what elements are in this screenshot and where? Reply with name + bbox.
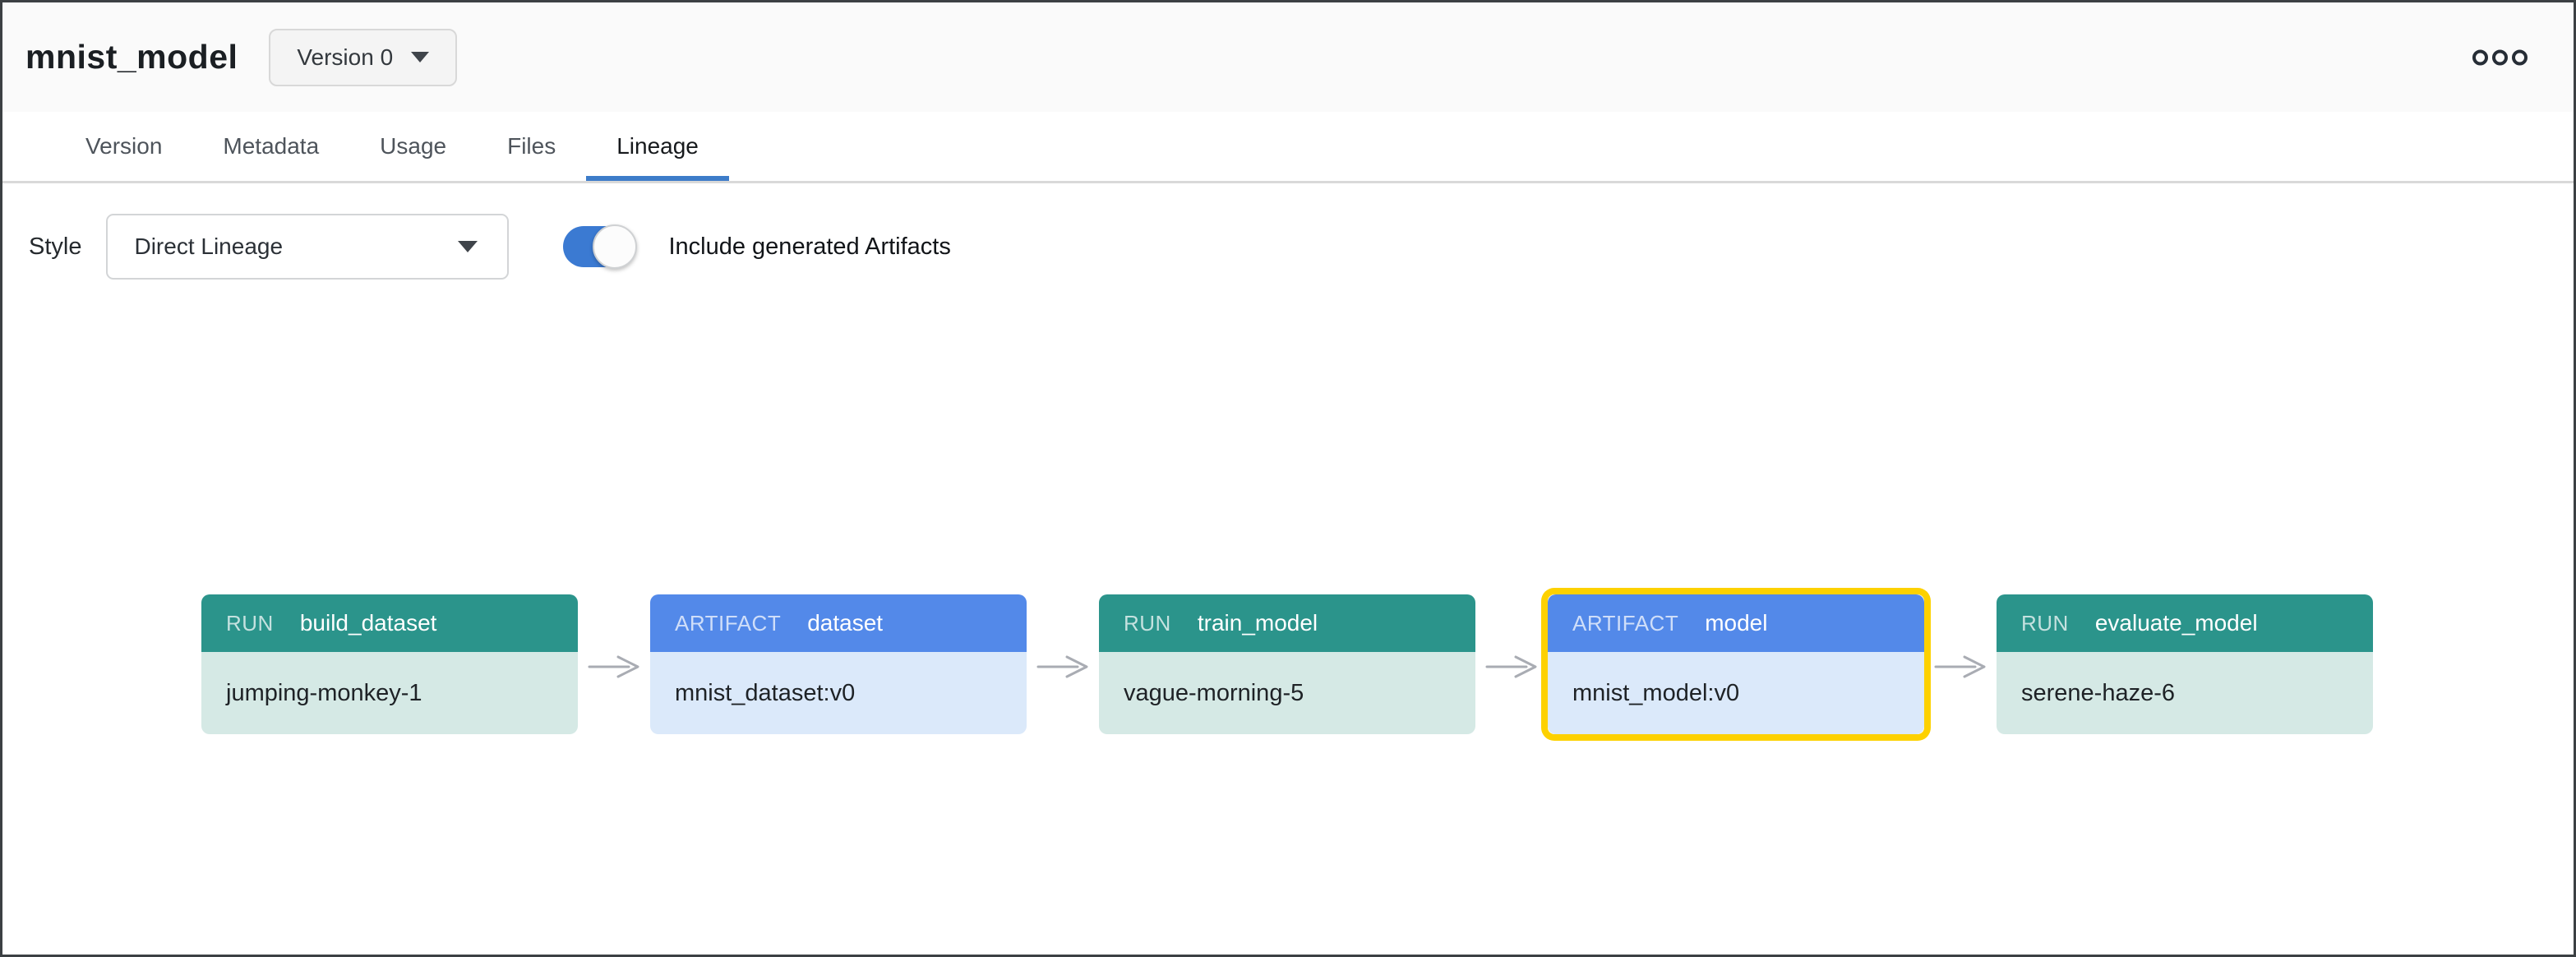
graph-node-model-selected[interactable]: ARTIFACT model mnist_model:v0 bbox=[1548, 594, 1924, 734]
tab-bar: Version Metadata Usage Files Lineage bbox=[2, 112, 2574, 183]
node-name: dataset bbox=[807, 610, 883, 636]
node-kind-label: RUN bbox=[2021, 611, 2069, 636]
node-name: evaluate_model bbox=[2095, 610, 2258, 636]
tab-metadata[interactable]: Metadata bbox=[192, 112, 349, 181]
node-value: serene-haze-6 bbox=[1997, 652, 2373, 734]
node-value: jumping-monkey-1 bbox=[201, 652, 578, 734]
arrow-icon bbox=[1934, 654, 1987, 680]
style-label: Style bbox=[29, 233, 81, 261]
more-options-button[interactable] bbox=[2468, 44, 2532, 70]
toggle-knob bbox=[593, 224, 637, 269]
arrow-icon bbox=[1485, 654, 1538, 680]
lineage-controls: Style Direct Lineage Include generated A… bbox=[29, 214, 2574, 280]
node-kind-label: ARTIFACT bbox=[1572, 611, 1678, 636]
page-title: mnist_model bbox=[25, 38, 238, 76]
node-name: model bbox=[1705, 610, 1767, 636]
graph-node-dataset[interactable]: ARTIFACT dataset mnist_dataset:v0 bbox=[650, 594, 1027, 734]
node-kind-label: ARTIFACT bbox=[675, 611, 781, 636]
node-header: ARTIFACT model bbox=[1548, 594, 1924, 652]
graph-node-train-model[interactable]: RUN train_model vague-morning-5 bbox=[1099, 594, 1475, 734]
node-value: vague-morning-5 bbox=[1099, 652, 1475, 734]
page-header: mnist_model Version 0 bbox=[2, 2, 2574, 112]
node-name: train_model bbox=[1198, 610, 1318, 636]
tab-usage[interactable]: Usage bbox=[349, 112, 477, 181]
node-name: build_dataset bbox=[300, 610, 437, 636]
include-artifacts-toggle[interactable] bbox=[563, 226, 635, 267]
node-kind-label: RUN bbox=[1124, 611, 1171, 636]
tab-files[interactable]: Files bbox=[477, 112, 586, 181]
node-value: mnist_dataset:v0 bbox=[650, 652, 1027, 734]
node-value: mnist_model:v0 bbox=[1548, 652, 1924, 734]
version-dropdown-button[interactable]: Version 0 bbox=[269, 29, 457, 86]
chevron-down-icon bbox=[411, 52, 429, 62]
include-artifacts-label: Include generated Artifacts bbox=[668, 233, 950, 261]
graph-node-build-dataset[interactable]: RUN build_dataset jumping-monkey-1 bbox=[201, 594, 578, 734]
tab-lineage[interactable]: Lineage bbox=[586, 112, 729, 181]
graph-node-evaluate-model[interactable]: RUN evaluate_model serene-haze-6 bbox=[1997, 594, 2373, 734]
node-header: RUN build_dataset bbox=[201, 594, 578, 652]
arrow-icon bbox=[588, 654, 640, 680]
ellipsis-icon bbox=[2472, 49, 2488, 65]
node-header: ARTIFACT dataset bbox=[650, 594, 1027, 652]
style-select-value: Direct Lineage bbox=[134, 233, 283, 260]
arrow-icon bbox=[1036, 654, 1089, 680]
node-kind-label: RUN bbox=[226, 611, 274, 636]
node-header: RUN evaluate_model bbox=[1997, 594, 2373, 652]
style-select[interactable]: Direct Lineage bbox=[106, 214, 509, 280]
version-dropdown-label: Version 0 bbox=[297, 44, 393, 71]
node-header: RUN train_model bbox=[1099, 594, 1475, 652]
artifact-page: mnist_model Version 0 Version Metadata U… bbox=[0, 0, 2576, 957]
chevron-down-icon bbox=[458, 241, 478, 252]
tab-version[interactable]: Version bbox=[55, 112, 192, 181]
